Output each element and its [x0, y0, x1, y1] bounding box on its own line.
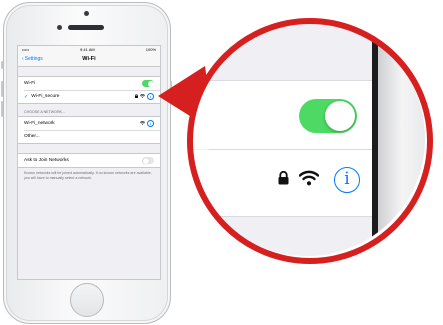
zoom-ring-border: [187, 18, 433, 264]
